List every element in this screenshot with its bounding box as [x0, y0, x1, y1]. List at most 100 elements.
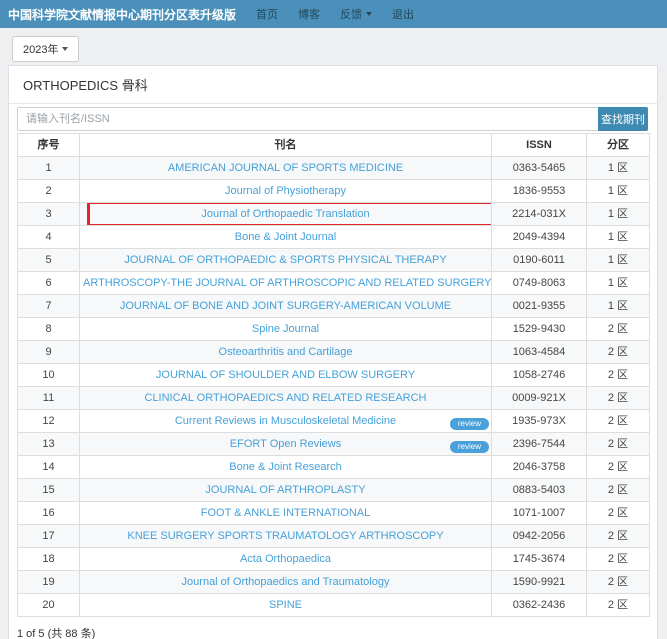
- page-title: ORTHOPEDICS 骨科: [9, 66, 657, 104]
- journal-link[interactable]: Journal of Orthopaedics and Traumatology: [182, 576, 390, 588]
- row-index: 13: [18, 433, 80, 456]
- journal-link[interactable]: JOURNAL OF ARTHROPLASTY: [205, 484, 365, 496]
- column-header-journal-name: 刊名: [80, 134, 492, 157]
- table-row: 15JOURNAL OF ARTHROPLASTY0883-54032 区: [18, 479, 650, 502]
- caret-down-icon: [62, 47, 68, 51]
- zone-value: 2 区: [587, 594, 650, 617]
- table-row: 17KNEE SURGERY SPORTS TRAUMATOLOGY ARTHR…: [18, 525, 650, 548]
- table-row: 18 Acta Orthopaedica 1745-36742 区: [18, 548, 650, 571]
- issn-value: 1836-9553: [492, 180, 587, 203]
- issn-value: 0021-9355: [492, 295, 587, 318]
- table-row: 19Journal of Orthopaedics and Traumatolo…: [18, 571, 650, 594]
- journal-link[interactable]: Journal of Physiotherapy: [225, 185, 346, 197]
- journal-link[interactable]: CLINICAL ORTHOPAEDICS AND RELATED RESEAR…: [145, 392, 427, 404]
- table-row: 14Bone & Joint Research2046-37582 区: [18, 456, 650, 479]
- journal-name-cell: Acta Orthopaedica: [80, 548, 492, 571]
- journal-link[interactable]: EFORT Open Reviews: [230, 438, 341, 450]
- journal-link[interactable]: Bone & Joint Research: [229, 461, 342, 473]
- zone-value: 2 区: [587, 433, 650, 456]
- zone-value: 2 区: [587, 364, 650, 387]
- journal-link[interactable]: Acta Orthopaedica: [240, 553, 331, 565]
- category-panel: ORTHOPEDICS 骨科 查找期刊 序号 刊名 ISSN 分区 1 AMERI…: [8, 65, 658, 639]
- search-input[interactable]: [17, 107, 598, 131]
- row-index: 9: [18, 341, 80, 364]
- journal-name-cell: EFORT Open Reviews review: [80, 433, 492, 456]
- row-index: 6: [18, 272, 80, 295]
- issn-value: 0749-8063: [492, 272, 587, 295]
- issn-value: 0883-5403: [492, 479, 587, 502]
- journal-link[interactable]: Osteoarthritis and Cartilage: [219, 346, 353, 358]
- issn-value: 0190-6011: [492, 249, 587, 272]
- zone-value: 1 区: [587, 295, 650, 318]
- zone-value: 1 区: [587, 180, 650, 203]
- zone-value: 2 区: [587, 479, 650, 502]
- year-dropdown-button[interactable]: 2023年: [12, 36, 79, 62]
- table-row: 6ARTHROSCOPY-THE JOURNAL OF ARTHROSCOPIC…: [18, 272, 650, 295]
- issn-value: 0363-5465: [492, 157, 587, 180]
- search-journal-button[interactable]: 查找期刊: [598, 107, 648, 131]
- journal-link[interactable]: FOOT & ANKLE INTERNATIONAL: [201, 507, 371, 519]
- app-title: 中国科学院文献情报中心期刊分区表升级版: [8, 6, 236, 23]
- nav-item-0[interactable]: 首页: [246, 6, 288, 22]
- issn-value: 2046-3758: [492, 456, 587, 479]
- table-row: 11 CLINICAL ORTHOPAEDICS AND RELATED RESE…: [18, 387, 650, 410]
- table-row: 10JOURNAL OF SHOULDER AND ELBOW SURGERY1…: [18, 364, 650, 387]
- journal-link[interactable]: AMERICAN JOURNAL OF SPORTS MEDICINE: [168, 162, 403, 174]
- column-header-zone: 分区: [587, 134, 650, 157]
- journal-link[interactable]: Current Reviews in Musculoskeletal Medic…: [175, 415, 396, 427]
- journal-name-cell: CLINICAL ORTHOPAEDICS AND RELATED RESEAR…: [80, 387, 492, 410]
- table-row: 4Bone & Joint Journal2049-43941 区: [18, 226, 650, 249]
- row-index: 18: [18, 548, 80, 571]
- row-index: 1: [18, 157, 80, 180]
- journal-name-cell: ARTHROSCOPY-THE JOURNAL OF ARTHROSCOPIC …: [80, 272, 492, 295]
- row-index: 11: [18, 387, 80, 410]
- table-row: 3 Journal of Orthopaedic Translation 2214-…: [18, 203, 650, 226]
- caret-down-icon: [366, 12, 372, 16]
- nav-item-label: 退出: [392, 6, 414, 22]
- row-index: 3: [18, 203, 80, 226]
- nav-item-1[interactable]: 博客: [288, 6, 330, 22]
- issn-value: 0362-2436: [492, 594, 587, 617]
- search-bar: 查找期刊: [17, 107, 648, 131]
- issn-value: 1063-4584: [492, 341, 587, 364]
- journal-link[interactable]: JOURNAL OF BONE AND JOINT SURGERY-AMERIC…: [120, 300, 451, 312]
- journal-link[interactable]: Journal of Orthopaedic Translation: [201, 208, 369, 220]
- table-header-row: 序号 刊名 ISSN 分区: [18, 134, 650, 157]
- nav-item-2[interactable]: 反馈: [330, 6, 382, 22]
- table-row: 5JOURNAL OF ORTHOPAEDIC & SPORTS PHYSICA…: [18, 249, 650, 272]
- review-badge: review: [450, 441, 489, 453]
- journal-name-cell: KNEE SURGERY SPORTS TRAUMATOLOGY ARTHROS…: [80, 525, 492, 548]
- row-index: 16: [18, 502, 80, 525]
- nav-item-label: 反馈: [340, 6, 362, 22]
- journal-name-cell: Bone & Joint Journal: [80, 226, 492, 249]
- journal-name-cell: Journal of Physiotherapy: [80, 180, 492, 203]
- journal-name-cell: JOURNAL OF ORTHOPAEDIC & SPORTS PHYSICAL…: [80, 249, 492, 272]
- journal-name-cell: Osteoarthritis and Cartilage: [80, 341, 492, 364]
- journal-link[interactable]: SPINE: [269, 599, 302, 611]
- nav-item-3[interactable]: 退出: [382, 6, 424, 22]
- row-index: 10: [18, 364, 80, 387]
- table-row: 13EFORT Open Reviewsreview2396-75442 区: [18, 433, 650, 456]
- zone-value: 2 区: [587, 571, 650, 594]
- journal-name-cell: JOURNAL OF BONE AND JOINT SURGERY-AMERIC…: [80, 295, 492, 318]
- table-row: 16FOOT & ANKLE INTERNATIONAL1071-10072 区: [18, 502, 650, 525]
- journal-name-cell: Journal of Orthopaedics and Traumatology: [80, 571, 492, 594]
- issn-value: 1745-3674: [492, 548, 587, 571]
- journal-name-cell: JOURNAL OF SHOULDER AND ELBOW SURGERY: [80, 364, 492, 387]
- issn-value: 2214-031X: [492, 203, 587, 226]
- row-index: 20: [18, 594, 80, 617]
- journal-link[interactable]: JOURNAL OF ORTHOPAEDIC & SPORTS PHYSICAL…: [124, 254, 446, 266]
- nav-item-label: 博客: [298, 6, 320, 22]
- zone-value: 1 区: [587, 226, 650, 249]
- table-row: 8Spine Journal1529-94302 区: [18, 318, 650, 341]
- zone-value: 2 区: [587, 548, 650, 571]
- journal-link[interactable]: Bone & Joint Journal: [235, 231, 337, 243]
- row-index: 2: [18, 180, 80, 203]
- journal-link[interactable]: ARTHROSCOPY-THE JOURNAL OF ARTHROSCOPIC …: [83, 277, 492, 289]
- journal-name-cell: Bone & Joint Research: [80, 456, 492, 479]
- journal-link[interactable]: JOURNAL OF SHOULDER AND ELBOW SURGERY: [156, 369, 415, 381]
- journal-name-cell: Journal of Orthopaedic Translation: [80, 203, 492, 226]
- journal-link[interactable]: KNEE SURGERY SPORTS TRAUMATOLOGY ARTHROS…: [127, 530, 443, 542]
- journal-table: 序号 刊名 ISSN 分区 1 AMERICAN JOURNAL OF SPORT…: [17, 133, 650, 617]
- journal-link[interactable]: Spine Journal: [252, 323, 319, 335]
